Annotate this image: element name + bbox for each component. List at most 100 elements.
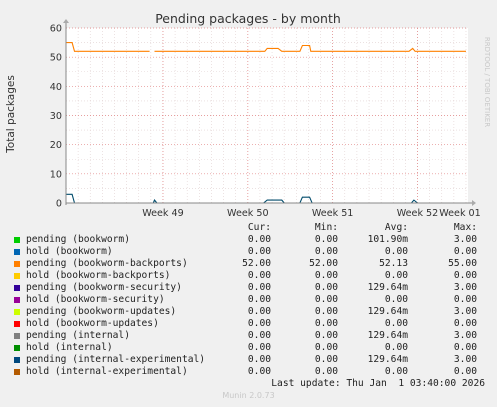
- legend-swatch: [14, 357, 20, 363]
- legend-swatch: [14, 249, 20, 255]
- y-tick-label: 40: [50, 82, 62, 93]
- legend-cur: 0.00: [247, 306, 271, 317]
- legend-cur: 0.00: [247, 234, 271, 245]
- legend-swatch: [14, 261, 20, 267]
- legend-avg: 0.00: [384, 342, 408, 353]
- legend-series-name: hold (bookworm): [26, 246, 113, 257]
- legend-min: 0.00: [314, 354, 338, 365]
- y-axis-label: Total packages: [5, 75, 17, 154]
- legend-min: 0.00: [314, 366, 338, 377]
- legend-min: 52.00: [309, 258, 338, 269]
- legend-row: hold (internal-experimental) 0.00 0.00 0.00…: [0, 366, 497, 378]
- legend-header-avg: Avg:: [384, 222, 408, 233]
- legend-avg: 129.64m: [367, 306, 408, 317]
- legend-max: 3.00: [453, 330, 477, 341]
- legend-avg: 52.13: [379, 258, 408, 269]
- legend-swatch: [14, 309, 20, 315]
- legend-avg: 129.64m: [367, 330, 408, 341]
- legend-min: 0.00: [314, 306, 338, 317]
- y-tick-label: 10: [50, 169, 62, 180]
- legend-min: 0.00: [314, 282, 338, 293]
- legend-swatch: [14, 321, 20, 327]
- legend-max: 0.00: [453, 342, 477, 353]
- legend-row: pending (bookworm-updates) 0.00 0.00 129.64…: [0, 306, 497, 318]
- legend-row: hold (bookworm-security) 0.00 0.00 0.00 0.00: [0, 294, 497, 306]
- x-tick-label: Week 01: [439, 208, 481, 219]
- legend-swatch: [14, 285, 20, 291]
- legend-max: 0.00: [453, 366, 477, 377]
- legend-row: pending (bookworm-backports) 52.00 52.00 52…: [0, 258, 497, 270]
- legend-series-name: hold (internal): [26, 342, 113, 353]
- legend-row: hold (bookworm-updates) 0.00 0.00 0.00 0.00: [0, 318, 497, 330]
- legend-row: pending (bookworm) 0.00 0.00 101.90m 3.00: [0, 234, 497, 246]
- legend-max: 0.00: [453, 270, 477, 281]
- y-tick-label: 30: [50, 111, 62, 122]
- legend-avg: 0.00: [384, 366, 408, 377]
- x-tick-label: Week 52: [397, 208, 439, 219]
- rrdtool-watermark: RRDTOOL / TOBI OETIKER: [483, 37, 491, 127]
- legend-header: Cur: Min: Avg: Max:: [0, 222, 497, 234]
- legend-series-name: hold (bookworm-backports): [26, 270, 171, 281]
- legend-series-name: pending (bookworm-updates): [26, 306, 177, 317]
- legend-avg: 0.00: [384, 246, 408, 257]
- legend-series-name: hold (internal-experimental): [26, 366, 188, 377]
- legend-avg: 0.00: [384, 318, 408, 329]
- legend-cur: 0.00: [247, 366, 271, 377]
- legend-swatch: [14, 273, 20, 279]
- legend-cur: 0.00: [247, 354, 271, 365]
- legend-row: pending (internal-experimental) 0.00 0.00 1…: [0, 354, 497, 366]
- legend-avg: 101.90m: [367, 234, 408, 245]
- legend-cur: 0.00: [247, 330, 271, 341]
- legend-cur: 0.00: [247, 294, 271, 305]
- legend-series-name: pending (bookworm-backports): [26, 258, 188, 269]
- legend-cur: 0.00: [247, 342, 271, 353]
- legend-avg: 0.00: [384, 270, 408, 281]
- y-tick-label: 60: [50, 24, 62, 35]
- legend-min: 0.00: [314, 270, 338, 281]
- legend-max: 55.00: [448, 258, 477, 269]
- legend-cur: 0.00: [247, 282, 271, 293]
- legend-cur: 0.00: [247, 318, 271, 329]
- y-tick-label: 0: [56, 199, 62, 210]
- legend-header-min: Min:: [314, 222, 338, 233]
- legend-avg: 129.64m: [367, 354, 408, 365]
- legend-header-cur: Cur:: [247, 222, 271, 233]
- legend-avg: 0.00: [384, 294, 408, 305]
- legend-min: 0.00: [314, 342, 338, 353]
- legend-avg: 129.64m: [367, 282, 408, 293]
- legend-max: 3.00: [453, 354, 477, 365]
- y-tick-label: 20: [50, 140, 62, 151]
- x-axis-arrow: [472, 200, 476, 206]
- legend-row: pending (bookworm-security) 0.00 0.00 129.6…: [0, 282, 497, 294]
- legend-row: hold (bookworm-backports) 0.00 0.00 0.00 0.0…: [0, 270, 497, 282]
- x-tick-label: Week 50: [227, 208, 269, 219]
- legend-cur: 0.00: [247, 246, 271, 257]
- x-tick-label: Week 51: [312, 208, 354, 219]
- legend-swatch: [14, 333, 20, 339]
- legend-series-name: pending (bookworm-security): [26, 282, 182, 293]
- legend-max: 3.00: [453, 282, 477, 293]
- legend-min: 0.00: [314, 246, 338, 257]
- legend-series-name: pending (internal): [26, 330, 130, 341]
- legend-header-max: Max:: [453, 222, 477, 233]
- legend-min: 0.00: [314, 318, 338, 329]
- y-axis-arrow: [63, 19, 69, 23]
- legend-min: 0.00: [314, 234, 338, 245]
- legend-series-name: pending (internal-experimental): [26, 354, 206, 365]
- legend-series-name: hold (bookworm-updates): [26, 318, 159, 329]
- legend-row: pending (internal) 0.00 0.00 129.64m 3.00: [0, 330, 497, 342]
- legend-swatch: [14, 237, 20, 243]
- last-update: Last update: Thu Jan 1 03:40:00 2026: [271, 378, 485, 389]
- legend-max: 3.00: [453, 306, 477, 317]
- x-tick-label: Week 49: [142, 208, 184, 219]
- legend-swatch: [14, 369, 20, 375]
- legend-max: 0.00: [453, 318, 477, 329]
- chart-title: Pending packages - by month: [155, 11, 341, 26]
- legend-max: 3.00: [453, 234, 477, 245]
- legend-series-name: pending (bookworm): [26, 234, 130, 245]
- legend-swatch: [14, 345, 20, 351]
- munin-version: Munin 2.0.73: [222, 391, 275, 400]
- legend-row: hold (bookworm) 0.00 0.00 0.00 0.00: [0, 246, 497, 258]
- legend-min: 0.00: [314, 294, 338, 305]
- legend-max: 0.00: [453, 246, 477, 257]
